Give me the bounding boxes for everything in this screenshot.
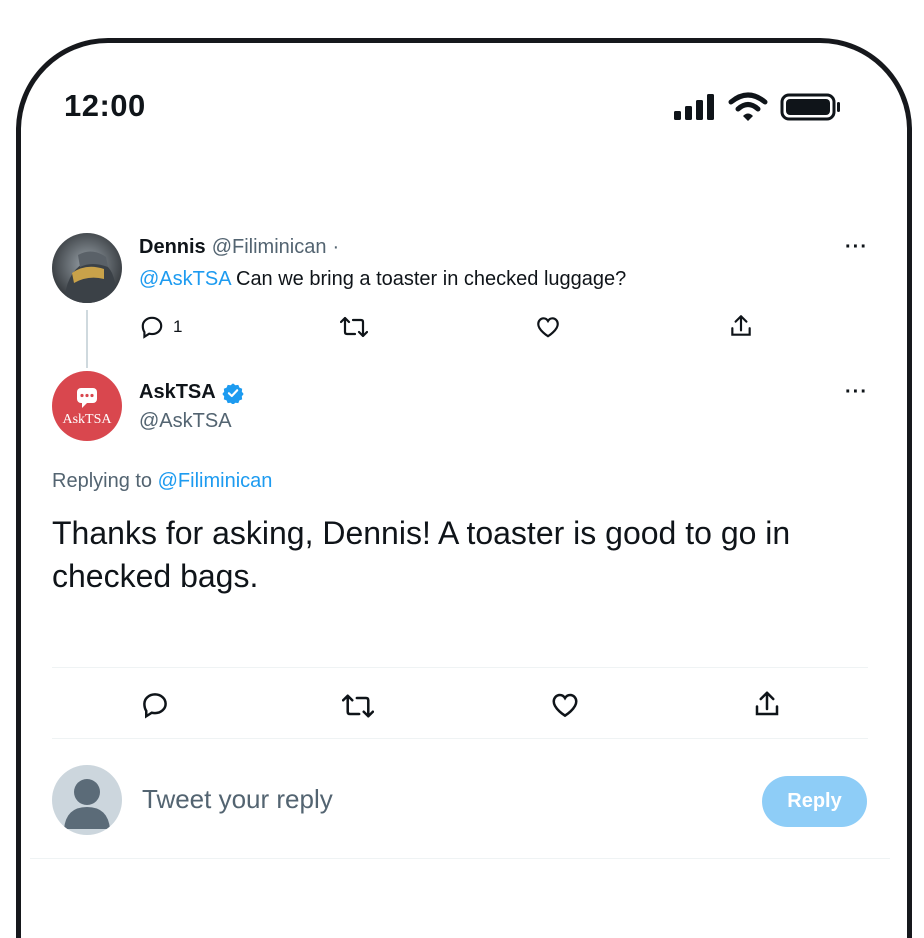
reply-reply-button[interactable]: [140, 690, 170, 720]
reply-icon: [141, 316, 163, 339]
reply-icon: [143, 693, 167, 719]
share-icon: [755, 691, 779, 716]
current-user-avatar[interactable]: [52, 765, 122, 835]
header-separator: ·: [332, 236, 340, 258]
status-icons: [672, 92, 842, 122]
dennis-avatar[interactable]: [52, 233, 122, 303]
reply-input[interactable]: Tweet your reply: [142, 784, 333, 815]
signal-icon: [674, 94, 714, 120]
original-more-button[interactable]: ···: [845, 236, 868, 259]
reply-button[interactable]: Reply: [762, 776, 867, 827]
reply-more-button[interactable]: ···: [845, 381, 868, 404]
divider-top: [52, 667, 868, 668]
original-like-button[interactable]: [535, 314, 561, 340]
reply-tweet-header: AskTSA: [139, 381, 244, 404]
original-tweet-header: Dennis @Filiminican ·: [139, 236, 339, 259]
reply-handle[interactable]: @AskTSA: [139, 410, 232, 433]
like-icon: [552, 693, 578, 718]
battery-icon: [780, 93, 840, 121]
status-time: 12:00: [64, 88, 146, 123]
default-avatar-icon: [64, 779, 110, 829]
like-icon: [537, 317, 559, 338]
original-retweet-button[interactable]: [340, 314, 368, 340]
wifi-icon: [728, 92, 768, 121]
original-tweet-text: @AskTSA Can we bring a toaster in checke…: [139, 268, 626, 291]
share-icon: [731, 315, 751, 336]
original-tweet-body: Can we bring a toaster in checked luggag…: [230, 268, 627, 290]
replying-to-prefix: Replying to: [52, 470, 158, 492]
replying-to-link[interactable]: @Filiminican: [158, 470, 273, 492]
thread-line: [86, 310, 88, 368]
chat-bubble-icon: [77, 388, 97, 408]
original-reply-button[interactable]: 1: [139, 314, 182, 340]
divider-middle: [52, 738, 868, 739]
original-display-name[interactable]: Dennis: [139, 236, 206, 259]
asktsa-avatar-label: AskTSA: [62, 412, 112, 427]
reply-like-button[interactable]: [550, 690, 580, 720]
original-reply-count: 1: [173, 317, 183, 336]
retweet-icon: [340, 316, 368, 338]
reply-tweet-text: Thanks for asking, Dennis! A toaster is …: [52, 515, 791, 594]
original-mention-link[interactable]: @AskTSA: [139, 268, 230, 290]
replying-to-line: Replying to @Filiminican: [52, 470, 272, 493]
reply-share-button[interactable]: [752, 689, 782, 719]
divider-bottom: [30, 858, 890, 859]
reply-display-name[interactable]: AskTSA: [139, 381, 216, 404]
reply-retweet-button[interactable]: [342, 691, 374, 721]
verified-badge-icon: [222, 382, 244, 404]
original-handle[interactable]: @Filiminican: [212, 236, 327, 259]
asktsa-avatar[interactable]: AskTSA: [52, 371, 122, 441]
retweet-icon: [342, 694, 374, 718]
original-share-button[interactable]: [728, 313, 754, 339]
